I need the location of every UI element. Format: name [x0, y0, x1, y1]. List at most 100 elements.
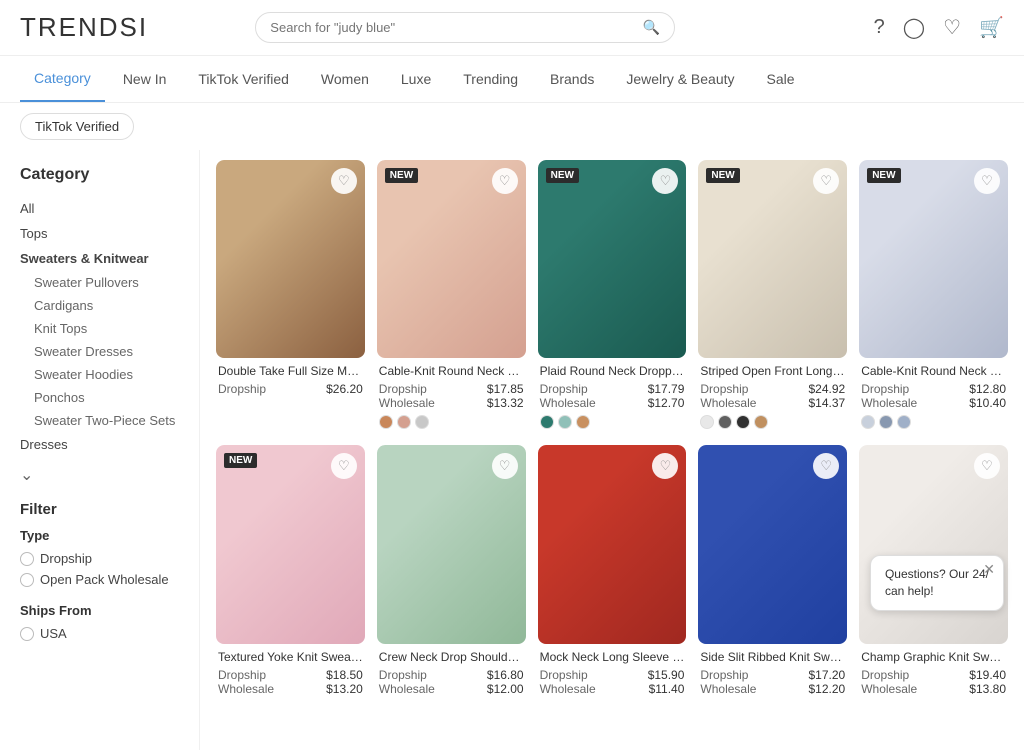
nav-trending[interactable]: Trending — [449, 57, 532, 101]
cart-icon[interactable]: 🛒 — [979, 15, 1004, 40]
wishlist-button[interactable]: ♡ — [492, 168, 518, 194]
sidebar-sub-cardigans[interactable]: Cardigans — [20, 294, 179, 317]
sidebar-item-tops[interactable]: Tops — [20, 221, 179, 246]
product-card-2[interactable]: NEW ♡ Plaid Round Neck Dropped Sho... Dr… — [538, 160, 687, 433]
wishlist-button[interactable]: ♡ — [331, 168, 357, 194]
sidebar-sub-twopiece[interactable]: Sweater Two-Piece Sets — [20, 409, 179, 432]
sidebar: Category All Tops Sweaters & Knitwear Sw… — [0, 150, 200, 750]
search-bar[interactable]: 🔍 — [255, 12, 675, 43]
product-name: Striped Open Front Long Sleeve... — [700, 364, 845, 378]
sidebar-item-all[interactable]: All — [20, 196, 179, 221]
sidebar-sub-ponchos[interactable]: Ponchos — [20, 386, 179, 409]
wholesale-label: Wholesale — [700, 396, 756, 410]
dropship-label: Dropship — [379, 668, 427, 682]
new-badge: NEW — [706, 168, 739, 183]
product-card-3[interactable]: NEW ♡ Striped Open Front Long Sleeve... … — [698, 160, 847, 433]
product-card-8[interactable]: ♡ Side Slit Ribbed Knit Sweater Dropship… — [698, 445, 847, 699]
dropship-price: $17.79 — [648, 382, 685, 396]
header-icons: ? ◯ ♡ 🛒 — [874, 15, 1004, 40]
nav-sale[interactable]: Sale — [753, 57, 809, 101]
wholesale-price: $12.00 — [487, 682, 524, 696]
main-layout: Category All Tops Sweaters & Knitwear Sw… — [0, 150, 1024, 750]
wishlist-button[interactable]: ♡ — [331, 453, 357, 479]
product-name: Cable-Knit Round Neck Sweater — [861, 364, 1006, 378]
search-icon: 🔍 — [643, 19, 660, 36]
tiktok-verified-chip[interactable]: TikTok Verified — [20, 113, 134, 140]
dropship-price: $17.85 — [487, 382, 524, 396]
swatch[interactable] — [397, 415, 411, 429]
product-info: Crew Neck Drop Shoulder Sweater Dropship… — [377, 644, 526, 700]
swatch[interactable] — [700, 415, 714, 429]
wholesale-price: $13.20 — [326, 682, 363, 696]
dropship-label: Dropship — [861, 382, 909, 396]
swatch[interactable] — [576, 415, 590, 429]
product-name: Mock Neck Long Sleeve Knit Top — [540, 650, 685, 664]
nav-tiktok[interactable]: TikTok Verified — [184, 57, 303, 101]
nav-brands[interactable]: Brands — [536, 57, 608, 101]
dropship-label: Dropship — [218, 382, 266, 396]
product-info: Striped Open Front Long Sleeve... Dropsh… — [698, 358, 847, 433]
wishlist-button[interactable]: ♡ — [492, 453, 518, 479]
swatch[interactable] — [754, 415, 768, 429]
chevron-down-icon[interactable]: ⌄ — [20, 465, 33, 485]
sidebar-sub-pullovers[interactable]: Sweater Pullovers — [20, 271, 179, 294]
swatch[interactable] — [736, 415, 750, 429]
sidebar-item-dresses[interactable]: Dresses — [20, 432, 179, 457]
sidebar-sub-sweaterdresses[interactable]: Sweater Dresses — [20, 340, 179, 363]
nav-category[interactable]: Category — [20, 56, 105, 102]
product-card-6[interactable]: ♡ Crew Neck Drop Shoulder Sweater Dropsh… — [377, 445, 526, 699]
product-card-4[interactable]: NEW ♡ Cable-Knit Round Neck Sweater Drop… — [859, 160, 1008, 433]
wishlist-button[interactable]: ♡ — [974, 168, 1000, 194]
filter-dropship[interactable]: Dropship — [20, 551, 179, 566]
product-info: Textured Yoke Knit Sweater Dropship $18.… — [216, 644, 365, 700]
dropship-price: $26.20 — [326, 382, 363, 396]
swatch[interactable] — [897, 415, 911, 429]
filter-usa-label: USA — [40, 626, 67, 641]
product-card-0[interactable]: ♡ Double Take Full Size Multicolor... Dr… — [216, 160, 365, 433]
chat-widget: ✕ Questions? Our 24/can help! — [870, 555, 1004, 611]
wishlist-button[interactable]: ♡ — [813, 168, 839, 194]
sidebar-item-sweaters[interactable]: Sweaters & Knitwear — [20, 246, 179, 271]
nav-jewelry[interactable]: Jewelry & Beauty — [612, 57, 748, 101]
wholesale-label: Wholesale — [700, 682, 756, 696]
dropship-label: Dropship — [700, 668, 748, 682]
filter-usa[interactable]: USA — [20, 626, 179, 641]
filter-title: Filter — [20, 501, 179, 518]
sidebar-sub-sweaterhoodies[interactable]: Sweater Hoodies — [20, 363, 179, 386]
nav-luxe[interactable]: Luxe — [387, 57, 445, 101]
product-card-5[interactable]: NEW ♡ Textured Yoke Knit Sweater Dropshi… — [216, 445, 365, 699]
product-card-1[interactable]: NEW ♡ Cable-Knit Round Neck Top and... D… — [377, 160, 526, 433]
swatch[interactable] — [379, 415, 393, 429]
sidebar-sub-knittops[interactable]: Knit Tops — [20, 317, 179, 340]
dropship-price-row: Dropship $18.50 — [218, 668, 363, 682]
filter-wholesale[interactable]: Open Pack Wholesale — [20, 572, 179, 587]
wholesale-price: $12.70 — [648, 396, 685, 410]
swatch[interactable] — [415, 415, 429, 429]
wishlist-button[interactable]: ♡ — [974, 453, 1000, 479]
wishlist-icon[interactable]: ♡ — [943, 15, 961, 40]
dropship-price: $18.50 — [326, 668, 363, 682]
wholesale-price-row: Wholesale$11.40 — [540, 682, 685, 696]
product-name: Champ Graphic Knit Sweater — [861, 650, 1006, 664]
dropship-label: Dropship — [218, 668, 266, 682]
product-name: Double Take Full Size Multicolor... — [218, 364, 363, 378]
wishlist-button[interactable]: ♡ — [813, 453, 839, 479]
product-image: ♡ — [859, 445, 1008, 643]
nav-new-in[interactable]: New In — [109, 57, 181, 101]
help-icon[interactable]: ? — [874, 16, 885, 39]
swatch[interactable] — [718, 415, 732, 429]
wholesale-label: Wholesale — [379, 682, 435, 696]
swatch[interactable] — [558, 415, 572, 429]
wishlist-button[interactable]: ♡ — [652, 168, 678, 194]
search-input[interactable] — [270, 20, 635, 35]
dropship-price-row: Dropship $24.92 — [700, 382, 845, 396]
swatch[interactable] — [540, 415, 554, 429]
color-swatches — [861, 415, 1006, 429]
chat-close-icon[interactable]: ✕ — [983, 561, 995, 578]
wishlist-button[interactable]: ♡ — [652, 453, 678, 479]
swatch[interactable] — [879, 415, 893, 429]
product-card-7[interactable]: ♡ Mock Neck Long Sleeve Knit Top Dropshi… — [538, 445, 687, 699]
user-icon[interactable]: ◯ — [903, 15, 925, 40]
swatch[interactable] — [861, 415, 875, 429]
nav-women[interactable]: Women — [307, 57, 383, 101]
